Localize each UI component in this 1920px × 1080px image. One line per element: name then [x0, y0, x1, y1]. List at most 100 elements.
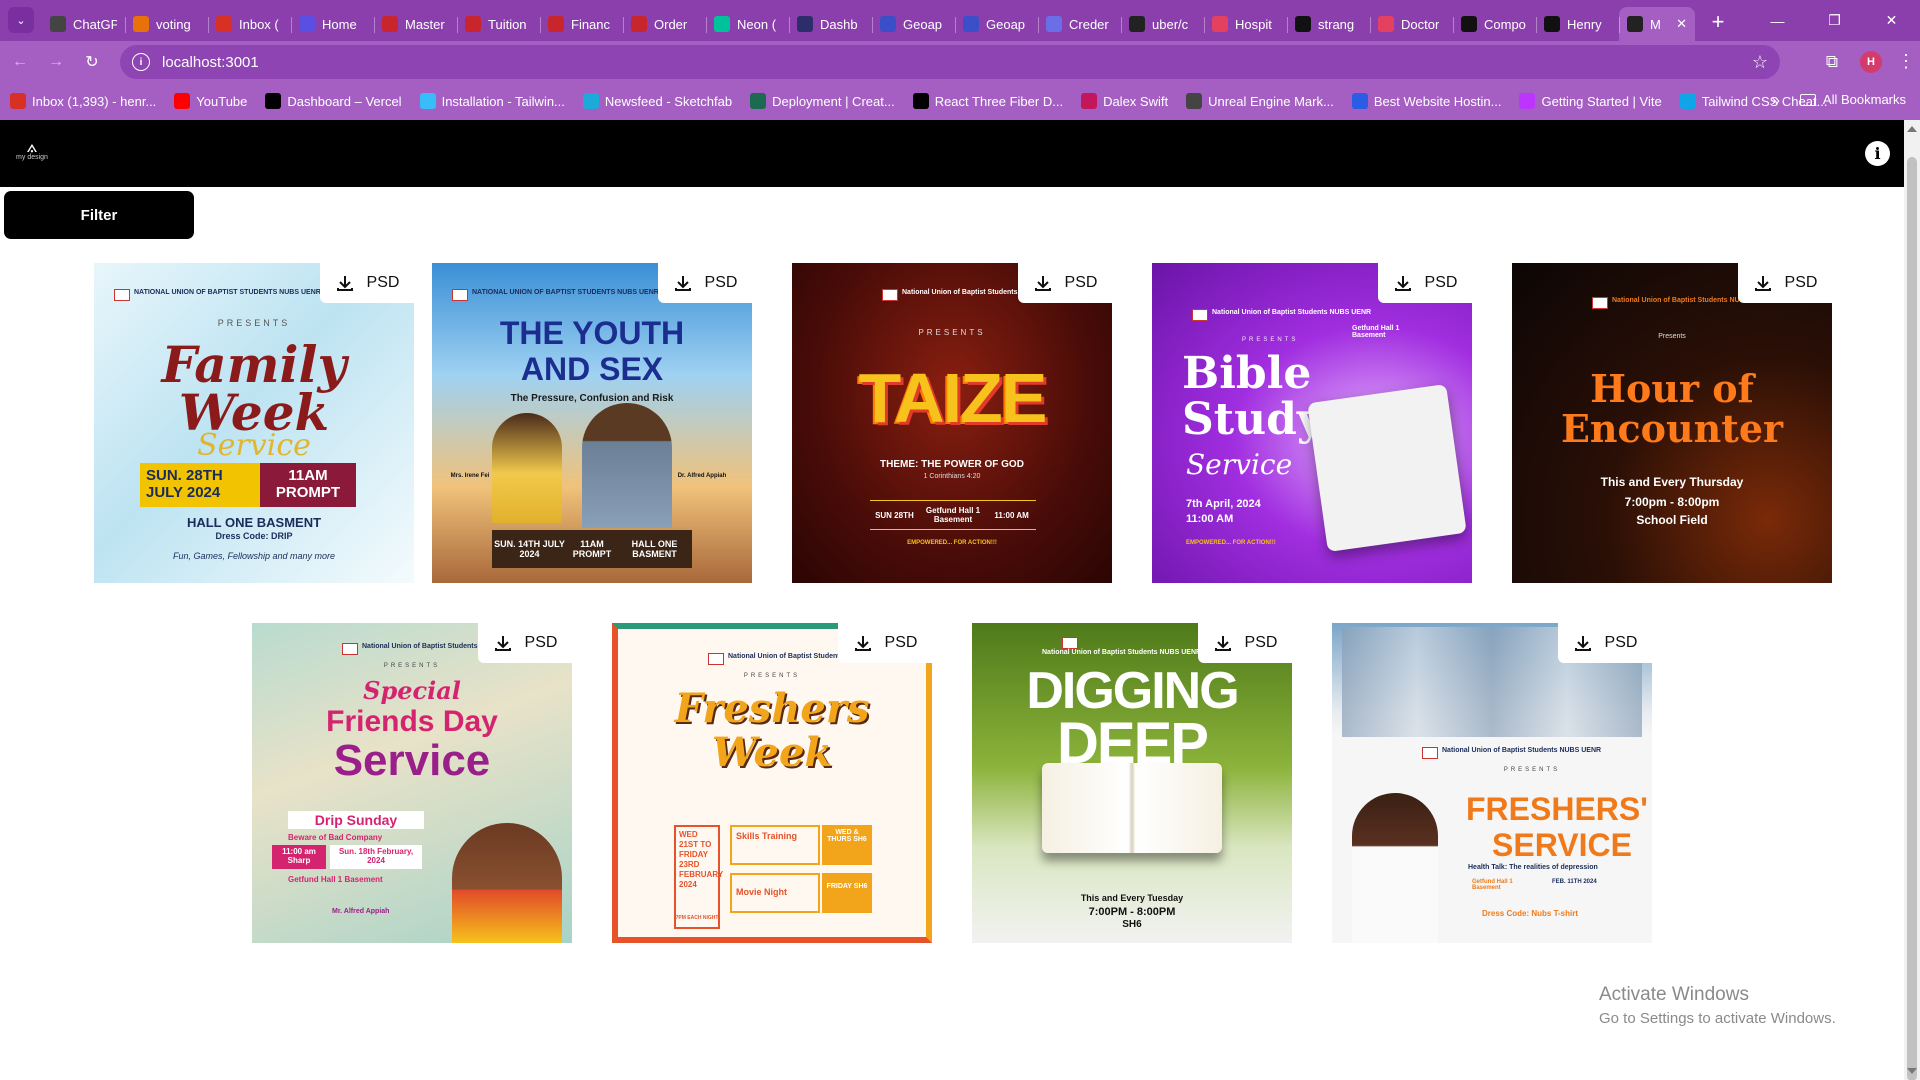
browser-tab[interactable]: Inbox ( — [208, 7, 291, 41]
filter-button[interactable]: Filter — [4, 191, 194, 239]
minimize-icon[interactable]: — — [1749, 0, 1806, 41]
poster-card-freshers-week[interactable]: National Union of Baptist Students NUBS … — [612, 623, 932, 943]
tab-title: voting — [156, 16, 191, 32]
bookmark-star-icon[interactable]: ☆ — [1752, 52, 1768, 73]
poster-image: National Union of Baptist Students NUBS … — [612, 623, 932, 943]
browser-tab[interactable]: Dashb — [789, 7, 872, 41]
poster-card-taize[interactable]: National Union of Baptist Students NUBS … — [792, 263, 1112, 583]
poster-org: National Union of Baptist Students NUBS … — [1212, 309, 1372, 316]
browser-tab[interactable]: strang — [1287, 7, 1370, 41]
tab-favicon-icon — [1627, 16, 1643, 32]
menu-kebab-icon[interactable]: ⋮ — [1892, 51, 1920, 72]
restore-icon[interactable]: ❐ — [1806, 0, 1863, 41]
tab-search-button[interactable]: ⌄ — [8, 7, 34, 33]
poster-title: TAIZE — [858, 359, 1047, 437]
bookmark-item[interactable]: Dashboard – Vercel — [265, 93, 402, 109]
browser-tab[interactable]: uber/c — [1121, 7, 1204, 41]
speaker-photo — [1352, 793, 1438, 943]
poster-card-digging-deep[interactable]: National Union of Baptist Students NUBS … — [972, 623, 1292, 943]
poster-schedule: This and Every Thursday — [1600, 475, 1744, 489]
poster-subtitle: The Pressure, Confusion and Risk — [510, 393, 674, 404]
more-bookmarks-button[interactable]: » — [1772, 92, 1780, 109]
browser-tab[interactable]: Financ — [540, 7, 623, 41]
site-logo[interactable]: ⟑ my design — [14, 137, 50, 170]
poster-time: 7PM EACH NIGHT — [675, 915, 719, 921]
poster-card-friends-day[interactable]: National Union of Baptist Students NUBS … — [252, 623, 572, 943]
browser-tab[interactable]: voting — [125, 7, 208, 41]
psd-download-button[interactable]: PSD — [1558, 623, 1652, 663]
arrow-right-icon: → — [48, 52, 64, 70]
bookmark-list: Inbox (1,393) - henr... YouTube Dashboard … — [10, 93, 1845, 109]
browser-tab[interactable]: Creder — [1038, 7, 1121, 41]
psd-download-button[interactable]: PSD — [838, 623, 932, 663]
psd-download-button[interactable]: PSD — [1378, 263, 1472, 303]
close-window-icon[interactable]: ✕ — [1863, 0, 1920, 41]
forward-button[interactable]: → — [40, 46, 72, 78]
close-tab-icon[interactable]: ✕ — [1676, 16, 1687, 32]
poster-event-2-when: FRIDAY SH6 — [822, 873, 872, 913]
scrollbar-thumb[interactable] — [1907, 157, 1917, 1080]
browser-tab[interactable]: Doctor — [1370, 7, 1453, 41]
profile-avatar[interactable]: H — [1860, 50, 1882, 73]
extensions-icon[interactable]: ⧉ — [1814, 52, 1850, 72]
psd-download-button[interactable]: PSD — [1018, 263, 1112, 303]
bookmark-favicon-icon — [750, 93, 767, 109]
bookmark-item[interactable]: Newsfeed - Sketchfab — [582, 93, 732, 109]
browser-tab[interactable]: Geoap — [955, 7, 1038, 41]
psd-download-button[interactable]: PSD — [1738, 263, 1832, 303]
poster-image: National Union of Baptist Students NUBS … — [792, 263, 1112, 583]
bookmark-item[interactable]: Deployment | Creat... — [750, 93, 895, 109]
poster-card-family-week[interactable]: NATIONAL UNION OF BAPTIST STUDENTS NUBS … — [94, 263, 414, 583]
scroll-up-icon[interactable] — [1907, 126, 1917, 132]
tab-title: Compo — [1484, 16, 1526, 32]
speaker-photo — [452, 823, 562, 943]
poster-title-1: Freshers — [674, 685, 870, 732]
tab-title: strang — [1318, 16, 1355, 32]
browser-tab[interactable]: Compo — [1453, 7, 1536, 41]
browser-tab[interactable]: Hospit — [1204, 7, 1287, 41]
bookmark-item[interactable]: YouTube — [174, 93, 247, 109]
psd-download-button[interactable]: PSD — [1198, 623, 1292, 663]
browser-tab[interactable]: Home — [291, 7, 374, 41]
poster-card-youth-and-sex[interactable]: NATIONAL UNION OF BAPTIST STUDENTS NUBS … — [432, 263, 752, 583]
psd-download-button[interactable]: PSD — [658, 263, 752, 303]
scroll-down-icon[interactable] — [1907, 1068, 1917, 1074]
reload-button[interactable]: ↻ — [76, 46, 108, 78]
info-icon[interactable]: i — [1865, 141, 1890, 166]
poster-card-hour-of-encounter[interactable]: National Union of Baptist Students NUBS … — [1512, 263, 1832, 583]
reload-icon: ↻ — [85, 53, 99, 71]
browser-tab[interactable]: Geoap — [872, 7, 955, 41]
browser-tab[interactable]: Tuition — [457, 7, 540, 41]
app-header: ⟑ my design i — [0, 120, 1904, 187]
new-tab-button[interactable]: + — [1703, 7, 1733, 37]
tab-title: uber/c — [1152, 16, 1189, 32]
bookmark-item[interactable]: React Three Fiber D... — [912, 93, 1063, 109]
back-button[interactable]: ← — [4, 46, 36, 78]
browser-tab[interactable]: M ✕ — [1619, 7, 1695, 41]
tab-title: Financ — [571, 16, 611, 32]
bookmark-favicon-icon — [174, 93, 191, 109]
psd-download-button[interactable]: PSD — [478, 623, 572, 663]
poster-card-freshers-service[interactable]: National Union of Baptist Students NUBS … — [1332, 623, 1652, 943]
bookmark-item[interactable]: Dalex Swift — [1081, 93, 1168, 109]
browser-tab[interactable]: Order — [623, 7, 706, 41]
browser-tab[interactable]: ChatGPT — [42, 7, 125, 41]
psd-label: PSD — [884, 634, 918, 651]
address-bar[interactable]: i localhost:3001 ☆ — [120, 45, 1780, 79]
bookmark-item[interactable]: Unreal Engine Mark... — [1186, 93, 1334, 109]
poster-venue: Getfund Hall 1 Basement — [288, 875, 383, 884]
site-info-icon[interactable]: i — [132, 53, 150, 71]
bookmark-item[interactable]: Getting Started | Vite — [1519, 93, 1662, 109]
all-bookmarks-button[interactable]: All Bookmarks — [1799, 92, 1906, 107]
bookmark-item[interactable]: Best Website Hostin... — [1351, 93, 1501, 109]
psd-download-button[interactable]: PSD — [320, 263, 414, 303]
poster-title-1: FRESHERS' — [1466, 791, 1648, 827]
tab-favicon-icon — [797, 16, 813, 32]
browser-tab[interactable]: Neon ( — [706, 7, 789, 41]
poster-card-bible-study[interactable]: National Union of Baptist Students NUBS … — [1152, 263, 1472, 583]
browser-tab[interactable]: Henry — [1536, 7, 1619, 41]
browser-tab[interactable]: Master — [374, 7, 457, 41]
page-scrollbar[interactable] — [1904, 120, 1920, 1080]
bookmark-item[interactable]: Installation - Tailwin... — [419, 93, 565, 109]
bookmark-item[interactable]: Inbox (1,393) - henr... — [10, 93, 156, 109]
